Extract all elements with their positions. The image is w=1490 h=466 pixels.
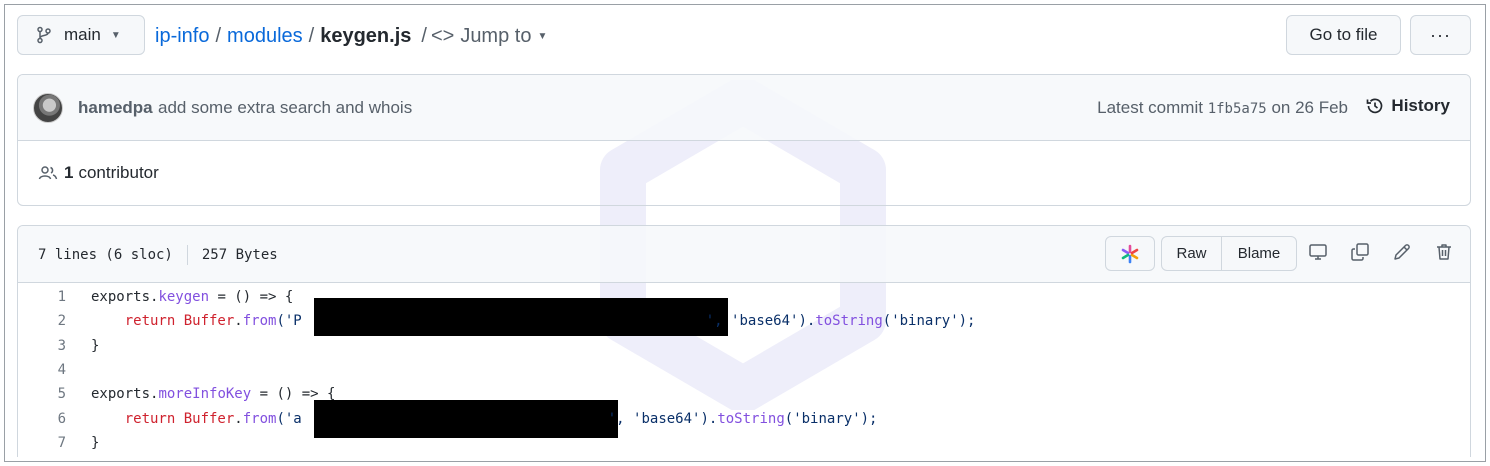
code-line: 2 return Buffer.from('P ', 'base64').toSt…	[18, 309, 1470, 333]
contributors-link[interactable]: 1 contributor	[38, 163, 159, 183]
code-text: return Buffer.from('P ', 'base64').toStri…	[91, 313, 976, 330]
file-viewer: 7 lines (6 sloc) 257 Bytes Raw Blame 1 e…	[17, 225, 1471, 457]
contributor-label: contributor	[78, 163, 159, 182]
blame-button[interactable]: Blame	[1222, 237, 1296, 270]
contributors-row: 1 contributor	[18, 141, 1470, 205]
line-number[interactable]: 5	[18, 386, 66, 402]
code-text: }	[91, 434, 100, 451]
raw-button[interactable]: Raw	[1162, 237, 1222, 270]
chevron-down-icon: ▼	[537, 30, 548, 42]
code-text: exports.moreInfoKey = () => {	[91, 386, 336, 403]
commit-date: on 26 Feb	[1271, 98, 1348, 117]
line-number[interactable]: 7	[18, 435, 66, 451]
code-line: 4	[18, 358, 1470, 382]
commit-message-link[interactable]: add some extra search and whois	[158, 98, 412, 118]
history-clock-icon	[1367, 98, 1383, 114]
divider	[186, 245, 188, 265]
jump-to-label: Jump to	[460, 24, 532, 47]
code-line: 3 }	[18, 334, 1470, 358]
line-number[interactable]: 3	[18, 338, 66, 354]
slash-separator: /	[421, 24, 427, 47]
people-icon	[38, 166, 58, 180]
copy-icon[interactable]	[1348, 240, 1372, 264]
breadcrumb-separator: /	[215, 24, 222, 47]
breadcrumb: ip-info / modules / keygen.js / <> Jump …	[155, 22, 547, 50]
branch-selector-button[interactable]: main ▼	[17, 15, 145, 55]
breadcrumb-folder-link[interactable]: modules	[227, 25, 303, 48]
latest-commit-label: Latest commit	[1097, 98, 1203, 117]
go-to-file-button[interactable]: Go to file	[1286, 15, 1401, 55]
code-text: return Buffer.from('a ', 'base64').toStri…	[91, 410, 878, 427]
code-listing: 1 exports.keygen = () => { 2 return Buff…	[18, 283, 1470, 455]
file-info: 7 lines (6 sloc) 257 Bytes	[38, 245, 278, 265]
commit-sha-link[interactable]: 1fb5a75	[1208, 101, 1267, 117]
file-lines-info: 7 lines (6 sloc)	[38, 247, 173, 263]
latest-commit-row: hamedpa add some extra search and whois …	[18, 75, 1470, 141]
line-number[interactable]: 1	[18, 289, 66, 305]
avatar[interactable]	[33, 93, 63, 123]
display-desktop-icon[interactable]	[1306, 240, 1330, 264]
git-branch-icon	[37, 26, 51, 44]
code-text: }	[91, 337, 100, 354]
more-options-button[interactable]: ···	[1410, 15, 1471, 55]
breadcrumb-separator: /	[308, 24, 315, 47]
jump-to-dropdown[interactable]: / <> Jump to ▼	[421, 25, 547, 48]
code-line: 6 return Buffer.from('a ', 'base64').toSt…	[18, 406, 1470, 430]
trash-delete-icon[interactable]	[1432, 240, 1456, 264]
history-label: History	[1391, 96, 1450, 115]
breadcrumb-file-name: keygen.js	[320, 24, 412, 47]
code-brackets-icon: <>	[430, 24, 455, 47]
chevron-down-icon: ▼	[110, 29, 121, 41]
code-line: 7 }	[18, 431, 1470, 455]
line-number[interactable]: 2	[18, 313, 66, 329]
history-button[interactable]: History	[1365, 96, 1450, 116]
file-header: 7 lines (6 sloc) 257 Bytes Raw Blame	[18, 226, 1470, 283]
line-number[interactable]: 6	[18, 411, 66, 427]
file-size: 257 Bytes	[201, 247, 278, 263]
commit-box: hamedpa add some extra search and whois …	[17, 74, 1471, 206]
code-text: exports.keygen = () => {	[91, 289, 294, 306]
breadcrumb-repo-link[interactable]: ip-info	[155, 25, 209, 48]
code-line: 1 exports.keygen = () => {	[18, 285, 1470, 309]
raw-blame-group: Raw Blame	[1161, 236, 1297, 271]
latest-commit-info: Latest commit 1fb5a75 on 26 Feb	[1097, 98, 1348, 118]
copilot-button[interactable]	[1105, 236, 1155, 271]
line-number[interactable]: 4	[18, 362, 66, 378]
commit-author-link[interactable]: hamedpa	[78, 98, 153, 118]
contributor-count: 1	[64, 163, 74, 182]
pencil-edit-icon[interactable]	[1390, 240, 1414, 264]
copilot-sparkle-icon	[1121, 244, 1139, 263]
code-line: 5 exports.moreInfoKey = () => {	[18, 382, 1470, 406]
branch-name: main	[64, 25, 101, 44]
